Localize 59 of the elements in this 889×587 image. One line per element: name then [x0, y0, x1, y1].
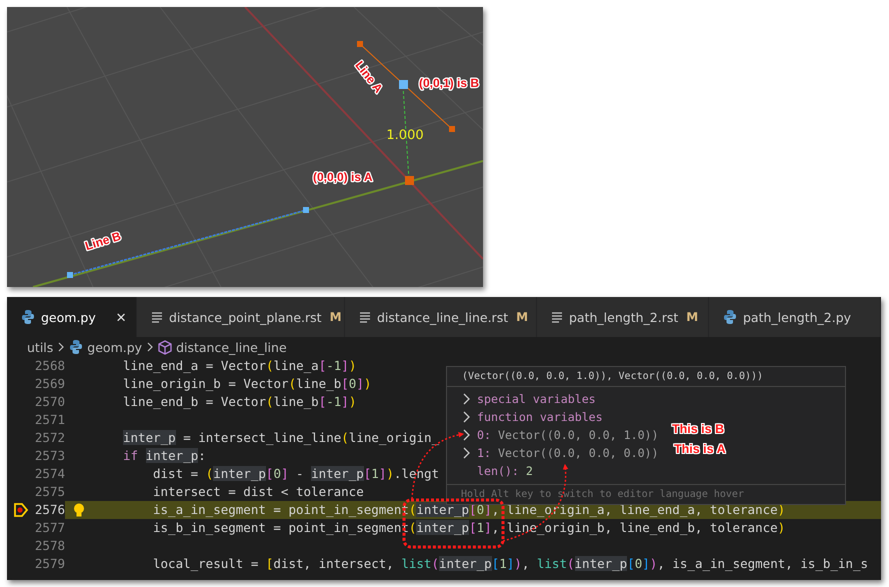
chevron-icon — [57, 342, 66, 352]
code-line: if inter_p: — [123, 447, 206, 465]
line-number: 2575 — [34, 483, 65, 501]
code-line: line_origin_b = Vector(line_b[0]) — [123, 375, 372, 393]
annotation-label: This is B — [672, 422, 724, 436]
point-marker — [449, 126, 455, 132]
annotation-label: (0,0,1) is B — [419, 76, 480, 90]
code-line: inter_p = intersect_line_line(line_origin_ — [123, 429, 440, 447]
python-file-icon — [21, 309, 35, 325]
point-marker — [303, 207, 309, 213]
dimension-value: 1.000 — [386, 128, 424, 143]
line-number: 2569 — [34, 375, 65, 393]
line-number: 2577 — [34, 519, 65, 537]
point-marker — [357, 41, 363, 47]
cube-icon — [158, 340, 172, 354]
editor-tab[interactable]: distance_line_line.rst M — [345, 297, 537, 337]
editor-tab[interactable]: path_length_2.rst M — [537, 297, 709, 337]
code-line: line_end_a = Vector(line_a[-1]) — [123, 357, 356, 375]
breadcrumb-item[interactable]: utils — [27, 340, 54, 354]
hover-hint: Hold Alt key to switch to editor language hover — [447, 484, 845, 504]
variable-row[interactable]: function variables — [447, 408, 610, 426]
variable-row[interactable]: 1: Vector((0.0, 0.0, 0.0)) — [447, 444, 659, 462]
chevron-icon — [146, 342, 154, 352]
variable-row[interactable]: 0: Vector((0.0, 0.0, 1.0)) — [447, 426, 659, 444]
line-number: 2578 — [34, 537, 65, 555]
point-marker — [405, 176, 414, 185]
breadcrumb-item[interactable]: geom.py — [69, 339, 142, 355]
line-number: 2573 — [34, 447, 65, 465]
annotation-label: (0,0,0) is A — [313, 170, 373, 184]
hover-value: (Vector((0.0, 0.0, 1.0)), Vector((0.0, 0.0, 0.0))) — [447, 367, 845, 387]
point-marker — [67, 272, 73, 278]
code-line: local_result = [dist, intersect, list(inter_p[1]), list(inter_p[0]), is_a_in_segment, is_b_in_s — [153, 555, 868, 573]
editor-tab[interactable]: path_length_2.py — [709, 297, 881, 337]
line-number: 2574 — [34, 465, 65, 483]
point-marker — [399, 80, 408, 89]
lightbulb-icon — [73, 503, 85, 517]
close-button[interactable]: × — [114, 308, 128, 326]
editor-tab[interactable]: geom.py × — [7, 297, 137, 337]
editor-tab[interactable]: distance_point_plane.rst M — [137, 297, 345, 337]
text-file-icon — [359, 310, 371, 324]
annotation-label: Line B — [83, 228, 123, 254]
breakpoint-arrow-icon — [13, 502, 29, 518]
line-number: 2572 — [34, 429, 65, 447]
line-number: 2568 — [34, 357, 65, 375]
line-number: 2570 — [34, 393, 65, 411]
annotation-label: This is A — [674, 442, 726, 456]
python-file-icon — [69, 339, 84, 355]
line-number: 2571 — [34, 411, 65, 429]
text-file-icon — [551, 310, 563, 324]
variable-row[interactable]: special variables — [447, 390, 603, 408]
python-file-icon — [723, 309, 737, 325]
line-number: 2576 — [34, 501, 65, 519]
code-line: dist = (inter_p[0] - inter_p[1]).lengt — [153, 465, 440, 483]
code-line: line_end_b = Vector(line_b[-1]) — [123, 393, 356, 411]
breadcrumb-item[interactable]: distance_line_line — [158, 340, 287, 354]
text-file-icon — [151, 310, 163, 324]
code-line: intersect = dist < tolerance — [153, 483, 364, 501]
line-number: 2579 — [34, 555, 65, 573]
variable-row-text: len(): 2 — [476, 463, 533, 480]
